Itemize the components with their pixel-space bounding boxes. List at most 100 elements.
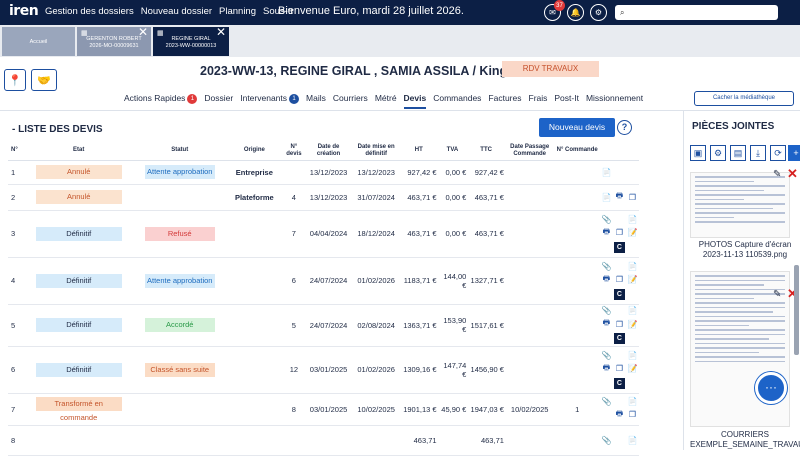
help-icon[interactable]: ? xyxy=(617,120,632,135)
file-pdf-icon[interactable]: 📄 xyxy=(627,306,637,315)
table-row[interactable]: 6 Définitif Classé sans suite 12 03/01/2025 0… xyxy=(8,346,639,394)
file-pdf-icon[interactable]: 📄 xyxy=(627,436,637,445)
tab-factures[interactable]: Factures xyxy=(488,93,521,109)
nav-nouveau-dossier[interactable]: Nouveau dossier xyxy=(141,6,212,17)
table-row[interactable]: 4 Définitif Attente approbation 6 24/07/2024… xyxy=(8,257,639,305)
file-pdf-icon[interactable]: 📄 xyxy=(601,168,611,177)
close-icon[interactable]: ✕ xyxy=(216,26,226,38)
doc-tab-regine-giral[interactable]: ▦ ✕ REGINE GIRAL 2023-WW-00000013 xyxy=(153,26,229,56)
file-pdf-icon[interactable]: 📄 xyxy=(627,351,637,360)
print-icon[interactable]: 🖶 xyxy=(603,362,611,376)
doc-tab-accueil[interactable]: Accueil xyxy=(2,27,75,56)
settings-button[interactable]: ⚙ xyxy=(710,145,726,161)
c-action-icon[interactable]: C xyxy=(613,377,625,389)
attachment-icon[interactable]: 📎 xyxy=(601,351,611,360)
file-edit-icon[interactable]: 📝 xyxy=(627,275,637,284)
col-header[interactable]: N° Commande xyxy=(554,142,600,161)
save-button[interactable]: ▤ xyxy=(730,145,746,161)
attachment-icon[interactable]: 📎 xyxy=(601,262,611,271)
tab-metre[interactable]: Métré xyxy=(375,93,397,109)
handshake-button[interactable]: 🤝 xyxy=(31,69,57,91)
nav-planning[interactable]: Planning xyxy=(219,6,256,17)
table-row[interactable]: 3 Définitif Refusé 7 04/04/2024 18/12/2024 463… xyxy=(8,210,639,258)
file-pdf-icon[interactable]: 📄 xyxy=(627,397,637,406)
notifications-icon[interactable]: ✉ 37 xyxy=(544,0,565,21)
col-header[interactable]: HT xyxy=(399,142,438,161)
table-row[interactable]: 5 Définitif Accordé 5 24/07/2024 02/08/2024 13… xyxy=(8,304,639,347)
file-pdf-icon[interactable]: 📄 xyxy=(627,262,637,271)
settings-icon[interactable]: ⚙ xyxy=(590,4,607,21)
copy-icon[interactable]: ❐ xyxy=(616,275,623,284)
tab-frais[interactable]: Frais xyxy=(529,93,548,109)
download-button[interactable]: ⤓ xyxy=(750,145,766,161)
doc-tab-gerenton[interactable]: ▦ ✕ GERENTON ROBERT 2026-MO-00009631 xyxy=(77,26,151,56)
attachment-icon[interactable]: 📎 xyxy=(601,436,611,445)
col-header[interactable]: Origine xyxy=(225,142,283,161)
copy-icon[interactable]: ❐ xyxy=(616,364,623,373)
cell-origine xyxy=(225,304,283,347)
tab-devis[interactable]: Devis xyxy=(403,93,427,109)
attachment-icon[interactable]: 📎 xyxy=(601,306,611,315)
print-icon[interactable]: 🖶 xyxy=(603,273,611,287)
delete-icon[interactable]: ✕ xyxy=(787,166,798,182)
cell-date-definitif: 31/07/2024 xyxy=(352,184,400,211)
copy-icon[interactable]: ❐ xyxy=(616,320,623,329)
tab-actions-rapides[interactable]: Actions Rapides 1 xyxy=(124,93,198,109)
scrollbar[interactable] xyxy=(794,265,799,355)
tab-courriers[interactable]: Courriers xyxy=(333,93,368,109)
image-button[interactable]: ▣ xyxy=(690,145,706,161)
col-header[interactable]: TVA xyxy=(437,142,468,161)
table-row[interactable]: 8 463,71 463,71 📎 📄 xyxy=(8,425,639,456)
table-row[interactable]: 7 Transformé en commande 8 03/01/2025 10/02/… xyxy=(8,393,639,426)
copy-icon[interactable]: ❐ xyxy=(616,228,623,237)
tab-mails[interactable]: Mails xyxy=(306,93,326,109)
attachment-icon[interactable]: 📎 xyxy=(601,397,611,406)
tab-missionnement[interactable]: Mission­nement xyxy=(586,93,643,109)
tab-intervenants[interactable]: Intervenants 1 xyxy=(240,93,300,109)
chat-button[interactable]: ··· xyxy=(755,372,787,404)
c-action-icon[interactable]: C xyxy=(613,241,625,253)
search-input[interactable]: ⌕ xyxy=(615,5,778,20)
table-row[interactable]: 1 Annulé Attente approbation Entreprise 13/1… xyxy=(8,160,639,185)
col-header[interactable]: Date Passage Commande xyxy=(504,142,555,161)
hide-media-library-button[interactable]: Cacher la médiathèque xyxy=(694,91,794,106)
new-devis-button[interactable]: Nouveau devis xyxy=(539,118,615,137)
attachment-thumbnail[interactable] xyxy=(690,172,790,238)
col-header[interactable]: Statut xyxy=(133,142,226,161)
col-header[interactable]: N° devis xyxy=(282,142,305,161)
print-icon[interactable]: 🖶 xyxy=(603,317,611,331)
tab-dossier[interactable]: Dossier xyxy=(204,93,233,109)
col-header[interactable]: N° xyxy=(8,142,24,161)
location-pin-button[interactable]: 📍 xyxy=(4,69,26,91)
add-attachment-button[interactable]: + xyxy=(788,145,800,161)
close-icon[interactable]: ✕ xyxy=(138,26,148,38)
app-logo[interactable]: iren xyxy=(9,3,39,19)
copy-icon[interactable]: ❐ xyxy=(629,193,636,202)
tab-post-it[interactable]: Post-It xyxy=(554,93,579,109)
file-edit-icon[interactable]: 📝 xyxy=(627,320,637,329)
col-header[interactable]: Etat xyxy=(23,142,134,161)
print-icon[interactable]: 🖶 xyxy=(603,226,611,240)
col-header[interactable]: TTC xyxy=(467,142,505,161)
tab-commandes[interactable]: Commandes xyxy=(433,93,481,109)
col-header[interactable]: Date mise en définitif xyxy=(352,142,400,161)
print-icon[interactable]: 🖶 xyxy=(616,190,624,204)
file-edit-icon[interactable]: 📝 xyxy=(627,228,637,237)
c-action-icon[interactable]: C xyxy=(613,288,625,300)
c-action-icon[interactable]: C xyxy=(613,333,625,344)
copy-icon[interactable]: ❐ xyxy=(629,410,636,419)
file-edit-icon[interactable]: 📝 xyxy=(627,364,637,373)
print-icon[interactable]: 🖶 xyxy=(616,408,624,422)
row-actions: 📎 📄 🖶 ❐ 📝 C xyxy=(601,262,638,300)
refresh-button[interactable]: ⟳ xyxy=(770,145,786,161)
attachment-icon[interactable]: 📎 xyxy=(601,215,611,224)
nav-gestion-dossiers[interactable]: Gestion des dossiers xyxy=(45,6,134,17)
file-pdf-icon[interactable]: 📄 xyxy=(601,193,611,202)
file-pdf-icon[interactable]: 📄 xyxy=(627,215,637,224)
calculator-icon: ▦ xyxy=(157,30,164,37)
edit-icon[interactable]: ✎ xyxy=(773,169,781,180)
col-header[interactable]: Date de création xyxy=(304,142,353,161)
bell-icon[interactable]: 🔔 xyxy=(567,4,584,21)
edit-icon[interactable]: ✎ xyxy=(773,289,781,300)
table-row[interactable]: 2 Annulé Plateforme 4 13/12/2023 31/07/2024 46… xyxy=(8,184,639,211)
